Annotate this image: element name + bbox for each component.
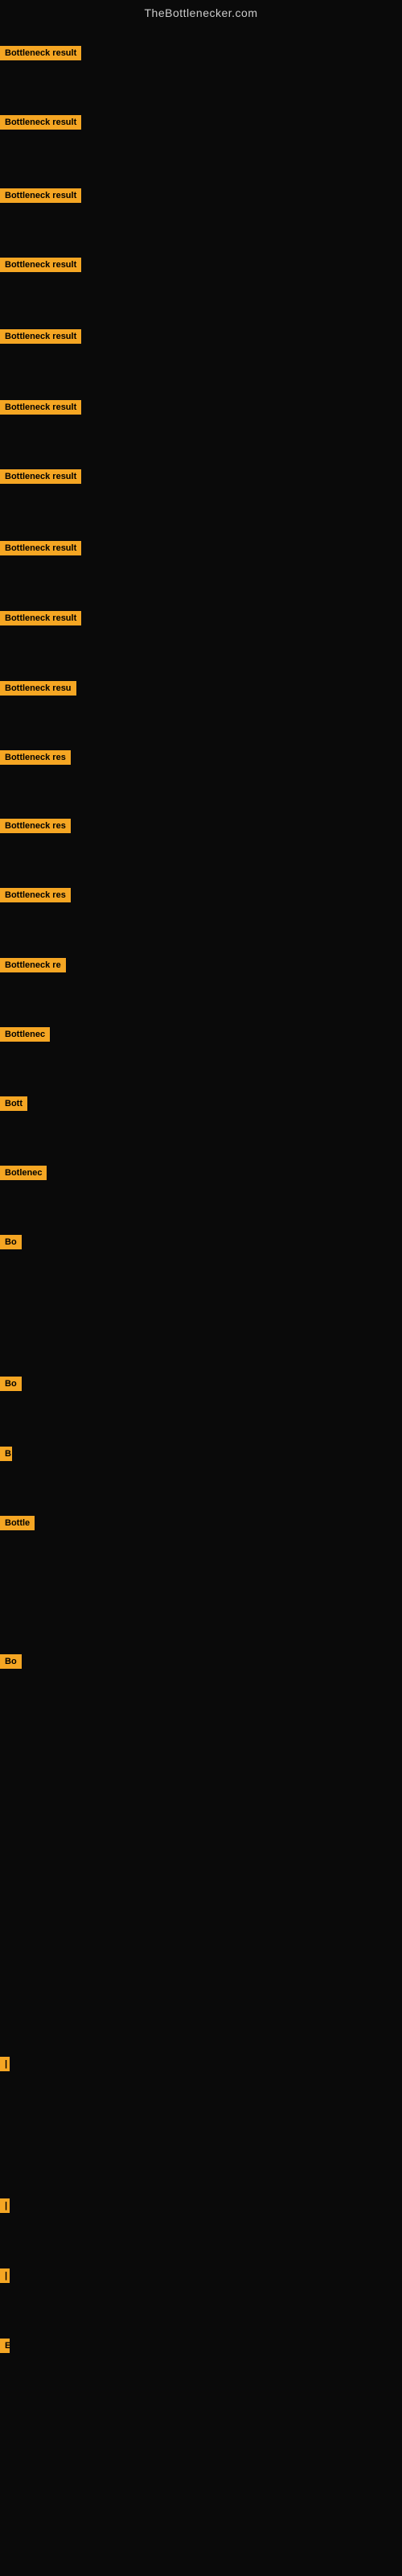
bottleneck-badge-20: B [0,1447,12,1461]
bottleneck-badge-23: | [0,2057,10,2071]
bottleneck-badge-25: | [0,2268,10,2283]
bottleneck-badge-6: Bottleneck result [0,400,81,415]
bottleneck-badge-2: Bottleneck result [0,115,81,130]
bottleneck-badge-11: Bottleneck res [0,750,71,765]
bottleneck-badge-19: Bo [0,1377,22,1391]
bottleneck-badge-18: Bo [0,1235,22,1249]
bottleneck-badge-12: Bottleneck res [0,819,71,833]
bottleneck-badge-3: Bottleneck result [0,188,81,203]
bottleneck-badge-17: Botlenec [0,1166,47,1180]
bottleneck-badge-13: Bottleneck res [0,888,71,902]
bottleneck-badge-10: Bottleneck resu [0,681,76,696]
bottleneck-badge-22: Bo [0,1654,22,1669]
bottleneck-badge-15: Bottlenec [0,1027,50,1042]
bottleneck-badge-16: Bott [0,1096,27,1111]
bottleneck-badge-7: Bottleneck result [0,469,81,484]
bottleneck-badge-4: Bottleneck result [0,258,81,272]
bottleneck-badge-8: Bottleneck result [0,541,81,555]
bottleneck-badge-24: | [0,2198,10,2213]
bottleneck-badge-9: Bottleneck result [0,611,81,625]
bottleneck-badge-1: Bottleneck result [0,46,81,60]
page-container: TheBottlenecker.com Bottleneck result Bot… [0,0,402,2576]
bottleneck-badge-26: E [0,2339,10,2353]
site-title: TheBottlenecker.com [0,0,402,26]
bottleneck-badge-21: Bottle [0,1516,35,1530]
bottleneck-badge-5: Bottleneck result [0,329,81,344]
bottleneck-badge-14: Bottleneck re [0,958,66,972]
